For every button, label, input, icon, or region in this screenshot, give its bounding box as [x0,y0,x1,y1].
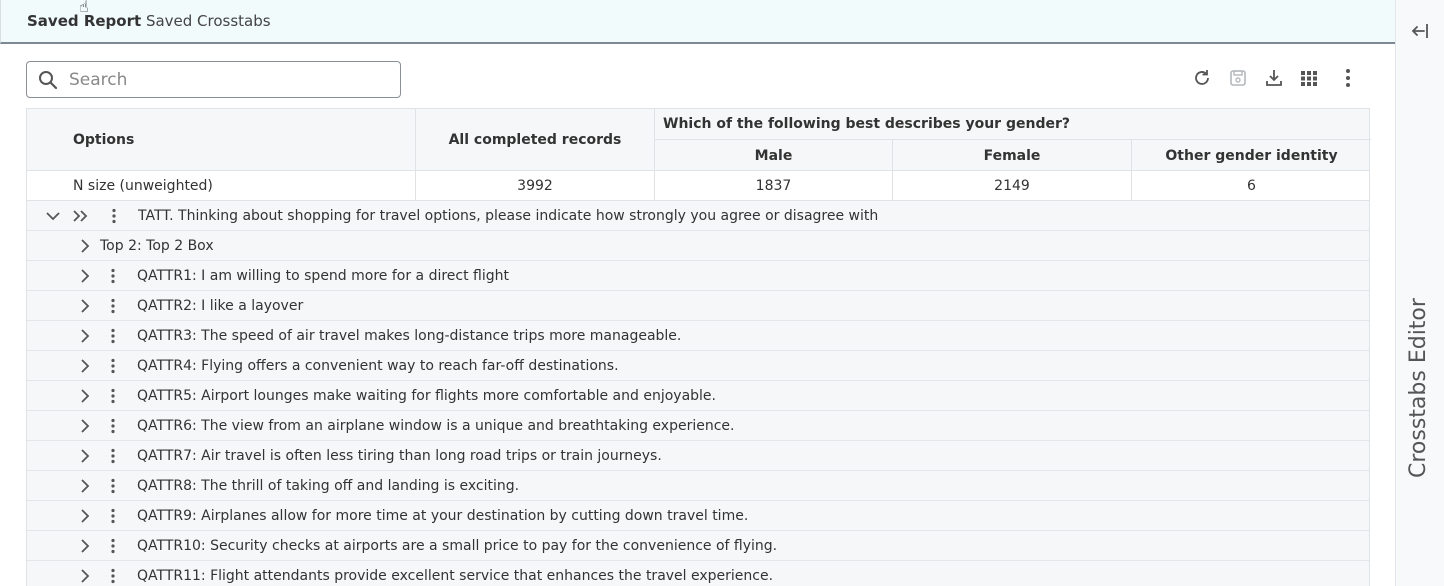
all-records-header: All completed records [415,109,654,171]
list-item[interactable]: QATTR9: Airplanes allow for more time at… [27,501,1369,531]
chevron-right-icon[interactable] [77,328,93,344]
item-label: QATTR9: Airplanes allow for more time at… [137,508,749,524]
search-icon [39,71,58,90]
item-label: QATTR8: The thrill of taking off and lan… [137,478,520,494]
item-label: QATTR10: Security checks at airports are… [137,538,778,554]
n-size-male: 1837 [654,171,892,201]
chevron-right-icon[interactable] [77,298,93,314]
collapse-left-icon[interactable] [1410,20,1432,42]
top-box-label: Top 2: Top 2 Box [100,238,214,254]
item-label: QATTR4: Flying offers a convenient way t… [137,358,619,374]
row-menu-icon[interactable] [109,388,117,404]
chevron-right-icon[interactable] [77,538,93,554]
crosstabs-editor-panel: Crosstabs Editor [1395,0,1444,586]
list-item[interactable]: QATTR11: Flight attendants provide excel… [27,561,1369,586]
row-menu-icon[interactable] [109,298,117,314]
n-size-label: N size (unweighted) [73,178,213,194]
list-item[interactable]: QATTR4: Flying offers a convenient way t… [27,351,1369,381]
chevron-right-icon[interactable] [77,358,93,374]
row-menu-icon[interactable] [110,208,118,224]
chevron-right-icon[interactable] [77,448,93,464]
n-size-all: 3992 [415,171,654,201]
list-item[interactable]: QATTR6: The view from an airplane window… [27,411,1369,441]
item-label: QATTR5: Airport lounges make waiting for… [137,388,716,404]
search-box[interactable] [26,61,401,98]
list-item[interactable]: QATTR8: The thrill of taking off and lan… [27,471,1369,501]
list-item[interactable]: QATTR5: Airport lounges make waiting for… [27,381,1369,411]
row-menu-icon[interactable] [109,448,117,464]
chevron-right-icon[interactable] [77,388,93,404]
row-menu-icon[interactable] [109,328,117,344]
breadcrumb-current: Saved Crosstabs [145,12,271,30]
row-menu-icon[interactable] [109,538,117,554]
expand-all-icon[interactable] [71,208,89,224]
options-header: Options [73,132,135,148]
top-box-row[interactable]: Top 2: Top 2 Box [27,231,1369,261]
row-menu-icon[interactable] [109,508,117,524]
chevron-right-icon[interactable] [77,568,93,584]
save-icon[interactable] [1227,67,1249,89]
row-menu-icon[interactable] [109,418,117,434]
chevron-right-icon[interactable] [77,268,93,284]
crosstabs-editor-title[interactable]: Crosstabs Editor [1406,298,1431,478]
other-gender-header: Other gender identity [1131,140,1371,171]
gender-question-header: Which of the following best describes yo… [654,109,1371,140]
n-size-row: N size (unweighted) 3992 1837 2149 6 [27,171,1369,201]
list-item[interactable]: QATTR3: The speed of air travel makes lo… [27,321,1369,351]
crosstab-table: Options All completed records Which of t… [26,108,1371,586]
chevron-right-icon[interactable] [77,508,93,524]
grid-icon[interactable] [1298,67,1320,89]
breadcrumb: Saved Report Saved Crosstabs [27,12,271,30]
item-label: QATTR6: The view from an airplane window… [137,418,735,434]
list-item[interactable]: QATTR1: I am willing to spend more for a… [27,261,1369,291]
item-label: QATTR1: I am willing to spend more for a… [137,268,510,284]
female-header: Female [892,140,1131,171]
chevron-right-icon[interactable] [77,418,93,434]
chevron-down-icon[interactable] [45,208,61,224]
list-item[interactable]: QATTR7: Air travel is often less tiring … [27,441,1369,471]
app: Saved Report Saved Crosstabs ☝ Crosstabs… [0,0,1444,586]
refresh-icon[interactable] [1191,67,1213,89]
group-row[interactable]: TATT. Thinking about shopping for travel… [27,201,1369,231]
chevron-right-icon[interactable] [77,478,93,494]
more-vertical-icon[interactable] [1337,67,1359,89]
row-menu-icon[interactable] [109,358,117,374]
list-item[interactable]: QATTR2: I like a layover [27,291,1369,321]
top-bar: Saved Report Saved Crosstabs ☝ [0,0,1395,44]
item-label: QATTR3: The speed of air travel makes lo… [137,328,682,344]
male-header: Male [654,140,892,171]
row-menu-icon[interactable] [109,478,117,494]
group-label: TATT. Thinking about shopping for travel… [138,208,879,224]
search-input[interactable] [69,66,389,93]
list-item[interactable]: QATTR10: Security checks at airports are… [27,531,1369,561]
download-icon[interactable] [1263,67,1285,89]
row-menu-icon[interactable] [109,568,117,584]
n-size-other: 6 [1131,171,1371,201]
item-label: QATTR11: Flight attendants provide excel… [137,568,774,584]
item-label: QATTR7: Air travel is often less tiring … [137,448,662,464]
row-menu-icon[interactable] [109,268,117,284]
chevron-right-icon[interactable] [77,238,93,254]
item-label: QATTR2: I like a layover [137,298,304,314]
n-size-female: 2149 [892,171,1131,201]
hand-cursor-icon: ☝ [79,0,89,16]
table-header: Options All completed records Which of t… [27,109,1371,171]
